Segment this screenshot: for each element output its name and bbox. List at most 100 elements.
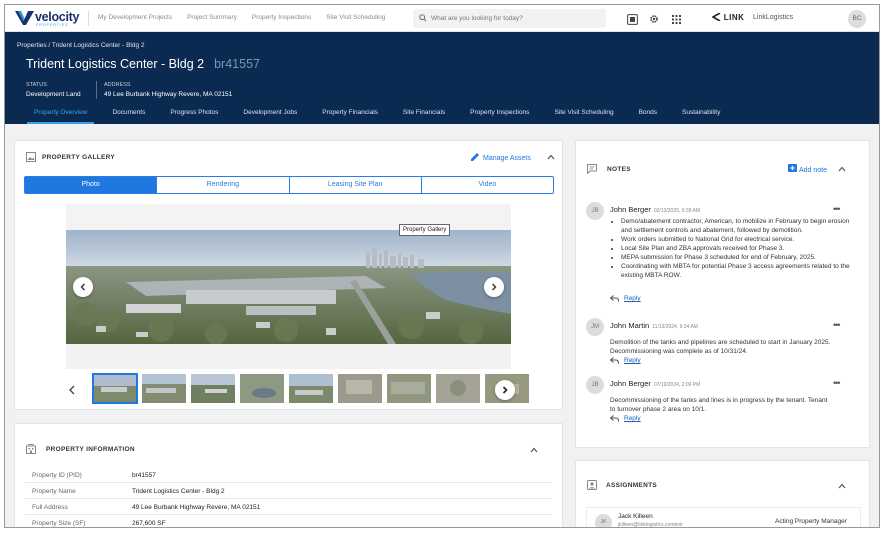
media-tab-video[interactable]: Video <box>422 177 553 193</box>
tab-property-financials[interactable]: Property Financials <box>315 105 385 124</box>
note-more-menu[interactable]: ••• <box>833 378 841 388</box>
note-bullet: MEPA submission for Phase 3 scheduled fo… <box>621 253 856 262</box>
note-item: JM John Martin 11/13/2024, 9:34 AM ••• De… <box>586 318 846 368</box>
note-bullet: Demo/abatement contractor, American, to … <box>621 217 856 235</box>
gallery-title: PROPERTY GALLERY <box>42 154 116 161</box>
address-block: ADDRESS 49 Lee Burbank Highway Revere, M… <box>104 82 232 98</box>
assignee-name: Jack Killeen <box>618 513 653 520</box>
assignments-card: ASSIGNMENTS JK Jack Killeen jkilleen@lin… <box>575 460 870 528</box>
assignee-role: Acting Property Manager <box>775 518 847 525</box>
property-information-card: PROPERTY INFORMATION Property ID (PID) b… <box>14 423 563 527</box>
thumbnail[interactable] <box>387 374 431 403</box>
chevron-up-icon[interactable] <box>547 153 555 161</box>
nav-site-visit-scheduling[interactable]: Site Visit Scheduling <box>326 14 385 21</box>
info-value: 267,600 SF <box>132 520 166 527</box>
thumbs-next-button[interactable] <box>495 380 515 400</box>
media-tab-leasing-site-plan[interactable]: Leasing Site Plan <box>290 177 422 193</box>
user-avatar[interactable]: BC <box>848 10 866 28</box>
thumbnail[interactable] <box>436 374 480 403</box>
meta-divider <box>96 81 97 99</box>
thumbnail[interactable] <box>338 374 382 403</box>
info-label: Property Size (SF) <box>32 520 86 527</box>
manage-assets-label: Manage Assets <box>483 155 531 162</box>
add-note-label: Add note <box>799 167 828 174</box>
top-navbar: velocity PROPERTIES My Development Proje… <box>5 5 879 32</box>
partner-logo: LINK <box>711 12 745 22</box>
camera-scan-icon[interactable] <box>626 13 638 25</box>
photo-next-button[interactable] <box>484 277 504 297</box>
thumbs-prev-icon[interactable] <box>68 385 76 395</box>
page-title: Trident Logistics Center - Bldg 2 br41557 <box>26 57 260 71</box>
nav-project-summary[interactable]: Project Summary <box>187 14 237 21</box>
thumbnail-strip <box>92 373 529 404</box>
reply-label: Reply <box>624 295 641 302</box>
note-more-menu[interactable]: ••• <box>833 320 841 330</box>
app-window: velocity PROPERTIES My Development Proje… <box>4 4 880 528</box>
tab-progress-photos[interactable]: Progress Photos <box>163 105 225 124</box>
note-bullet: Local Site Plan and ZBA approvals receiv… <box>621 244 856 253</box>
chevron-up-icon[interactable] <box>838 482 846 490</box>
notes-title: NOTES <box>607 166 631 173</box>
chevron-up-icon[interactable] <box>838 165 846 173</box>
tab-site-visit-scheduling[interactable]: Site Visit Scheduling <box>547 105 620 124</box>
assignee-email: jkilleen@linklogistics.comtest <box>618 522 683 528</box>
note-bullets: Demo/abatement contractor, American, to … <box>621 217 856 280</box>
reply-icon <box>610 415 619 422</box>
breadcrumb[interactable]: Properties / Trident Logistics Center - … <box>17 42 145 49</box>
address-value: 49 Lee Burbank Highway Revere, MA 02151 <box>104 91 233 98</box>
note-more-menu[interactable]: ••• <box>833 204 841 214</box>
tab-sustainability[interactable]: Sustainability <box>675 105 727 124</box>
note-reply-button[interactable]: Reply <box>610 357 641 364</box>
apps-grid-icon[interactable] <box>670 13 682 25</box>
thumbnail[interactable] <box>191 374 235 403</box>
thumbnail[interactable] <box>142 374 186 403</box>
media-tab-rendering[interactable]: Rendering <box>157 177 290 193</box>
nav-my-development-projects[interactable]: My Development Projects <box>98 14 172 21</box>
logo-subtext: PROPERTIES <box>36 23 69 27</box>
main-nav: My Development Projects Project Summary … <box>98 14 400 21</box>
partner-logo-text: LINK <box>723 13 745 22</box>
chevron-up-icon[interactable] <box>530 446 538 454</box>
assignee-avatar: JK <box>595 514 612 527</box>
search-input[interactable] <box>431 13 601 24</box>
image-icon <box>26 152 36 162</box>
logo-text: velocity <box>35 10 80 24</box>
media-tab-photo[interactable]: Photo <box>25 177 158 193</box>
add-note-button[interactable]: Add note <box>788 164 827 174</box>
status-value: Development Land <box>26 91 81 98</box>
chevron-right-icon <box>502 386 508 394</box>
info-value: Trident Logistics Center - Bldg 2 <box>132 488 225 495</box>
property-information-title: PROPERTY INFORMATION <box>46 446 135 453</box>
tab-property-inspections[interactable]: Property Inspections <box>463 105 536 124</box>
thumbnail[interactable] <box>240 374 284 403</box>
status-label: STATUS <box>26 82 47 88</box>
gear-icon[interactable] <box>648 13 660 25</box>
tab-property-overview[interactable]: Property Overview <box>27 105 95 124</box>
manage-assets-button[interactable]: Manage Assets <box>471 152 531 162</box>
note-header: John Berger 02/13/2025, 9:39 AM <box>610 205 700 214</box>
note-date: 11/13/2024, 9:34 AM <box>652 324 698 330</box>
note-bullet: Work orders submitted to National Grid f… <box>621 235 856 244</box>
media-type-tabs: Photo Rendering Leasing Site Plan Video <box>24 176 554 194</box>
note-header: John Berger 07/19/2024, 2:09 PM <box>610 379 700 388</box>
note-avatar: JB <box>586 202 604 220</box>
chevron-left-icon <box>80 283 85 291</box>
nav-property-inspections[interactable]: Property Inspections <box>252 14 311 21</box>
note-reply-button[interactable]: Reply <box>610 415 641 422</box>
address-label: ADDRESS <box>104 82 131 88</box>
velocity-logo-icon <box>15 11 34 25</box>
tab-bonds[interactable]: Bonds <box>632 105 664 124</box>
thumbnail[interactable] <box>289 374 333 403</box>
note-body: Demolition of the tanks and pipelines ar… <box>610 339 831 355</box>
thumbnail[interactable] <box>92 373 138 404</box>
add-note-icon <box>788 164 797 172</box>
tenant-name[interactable]: LinkLogistics <box>753 14 793 21</box>
tab-development-jobs[interactable]: Development Jobs <box>236 105 304 124</box>
tab-site-financials[interactable]: Site Financials <box>396 105 452 124</box>
note-reply-button[interactable]: Reply <box>610 295 641 302</box>
status-block: STATUS Development Land <box>26 82 81 98</box>
tab-documents[interactable]: Documents <box>105 105 152 124</box>
note-author: John Berger <box>610 379 651 388</box>
photo-prev-button[interactable] <box>73 277 93 297</box>
assignment-row[interactable]: JK Jack Killeen jkilleen@linklogistics.c… <box>586 507 861 528</box>
